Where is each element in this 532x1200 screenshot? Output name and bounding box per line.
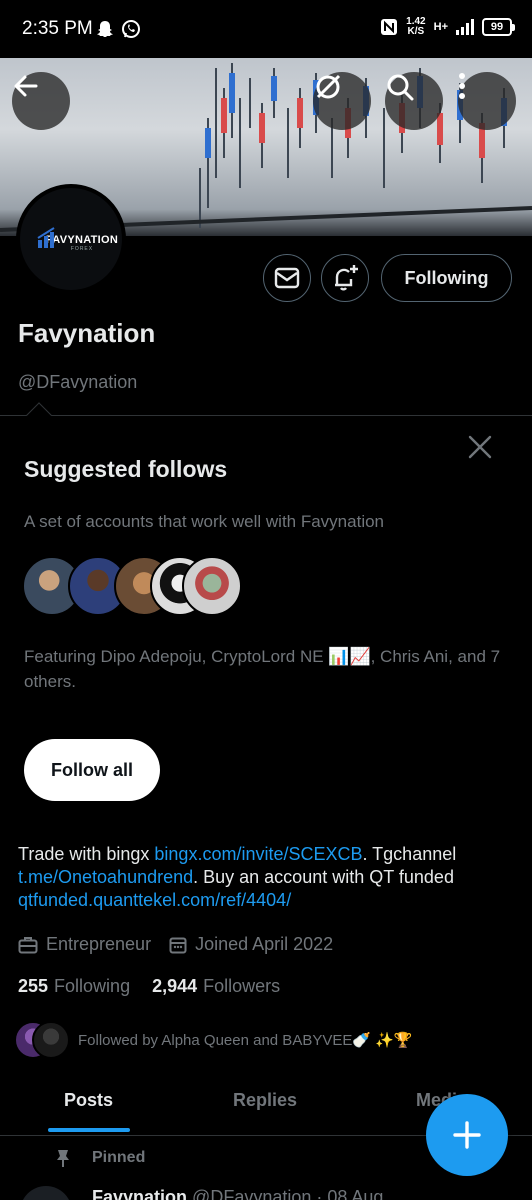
- nfc-icon: [381, 19, 398, 35]
- status-time: 2:35 PM: [22, 18, 93, 39]
- bio-link-telegram[interactable]: t.me/Onetoahundrend: [18, 867, 193, 887]
- message-button[interactable]: [263, 254, 311, 302]
- post-author: Favynation @DFavynation · 08 Aug: [92, 1187, 384, 1200]
- back-button[interactable]: [12, 72, 70, 130]
- pin-icon: [57, 1150, 69, 1167]
- bio-text: . Buy an account with QT funded: [193, 867, 454, 887]
- bio-text: . Tgchannel: [362, 844, 457, 864]
- network-speed: 1.42 K/S: [406, 16, 426, 37]
- status-bar: 2:35 PM 1.42 K/S H+ 99: [0, 0, 532, 58]
- whatsapp-icon: [122, 20, 140, 38]
- profile-handle: @DFavynation: [18, 372, 138, 392]
- forex-logo-icon: [37, 227, 55, 248]
- notifications-button[interactable]: [321, 254, 369, 302]
- profile-bio: Trade with bingx bingx.com/invite/SCEXCB…: [18, 843, 518, 912]
- more-button[interactable]: [458, 72, 516, 130]
- avatar: [32, 1021, 70, 1059]
- followed-by-row[interactable]: Followed by Alpha Queen and BABYVEE🍼 ✨🏆: [14, 1021, 413, 1059]
- bio-text: Trade with bingx: [18, 844, 155, 864]
- calendar-icon: [169, 937, 187, 953]
- following-button[interactable]: Following: [381, 254, 512, 302]
- tab-replies[interactable]: Replies: [233, 1090, 297, 1111]
- bio-link-bingx[interactable]: bingx.com/invite/SCEXCB: [154, 844, 362, 864]
- envelope-icon: [274, 267, 300, 289]
- network-type: H+: [433, 21, 448, 33]
- joined-date: Joined April 2022: [195, 934, 334, 954]
- compose-button[interactable]: [426, 1094, 508, 1176]
- back-arrow-icon: [14, 75, 38, 97]
- display-name: Favynation: [18, 318, 156, 348]
- close-icon[interactable]: [466, 433, 494, 461]
- profession-text: Entrepreneur: [46, 934, 152, 954]
- plus-icon: [453, 1121, 481, 1149]
- featuring-text: Featuring Dipo Adepoju, CryptoLord NE 📊📈…: [24, 647, 501, 691]
- avatar[interactable]: [182, 556, 242, 616]
- signal-icon: [456, 19, 474, 35]
- following-count-link[interactable]: 255 Following: [18, 976, 130, 997]
- profile-avatar[interactable]: FAVYNATION FOREX: [16, 184, 126, 294]
- pinned-label: Pinned: [56, 1149, 145, 1167]
- suggested-follows-subtitle: A set of accounts that work well with Fa…: [24, 512, 385, 531]
- snapchat-icon: [97, 21, 113, 37]
- battery-icon: 99: [482, 18, 515, 36]
- section-divider: [0, 415, 532, 416]
- avatar[interactable]: [20, 1186, 72, 1200]
- active-tab-indicator: [48, 1128, 130, 1132]
- grok-button[interactable]: [313, 72, 371, 130]
- bio-link-qtfunded[interactable]: qtfunded.quanttekel.com/ref/4404/: [18, 890, 291, 910]
- bell-plus-icon: [335, 265, 358, 291]
- more-vertical-icon: [459, 73, 465, 99]
- pinned-post[interactable]: Favynation @DFavynation · 08 Aug: [20, 1186, 532, 1200]
- search-icon: [387, 74, 414, 101]
- profile-meta: Entrepreneur Joined April 2022: [18, 934, 333, 955]
- briefcase-icon: [18, 936, 38, 953]
- follow-counts: 255 Following 2,944 Followers: [18, 976, 280, 997]
- grok-icon: [316, 74, 341, 99]
- suggested-follows-title: Suggested follows: [24, 456, 228, 482]
- tab-posts[interactable]: Posts: [64, 1090, 113, 1111]
- followers-count-link[interactable]: 2,944 Followers: [152, 976, 280, 997]
- search-button[interactable]: [385, 72, 443, 130]
- followed-by-text: Followed by Alpha Queen and BABYVEE🍼 ✨🏆: [78, 1032, 413, 1049]
- follow-all-button[interactable]: Follow all: [24, 739, 160, 801]
- suggestion-pointer: [26, 402, 52, 428]
